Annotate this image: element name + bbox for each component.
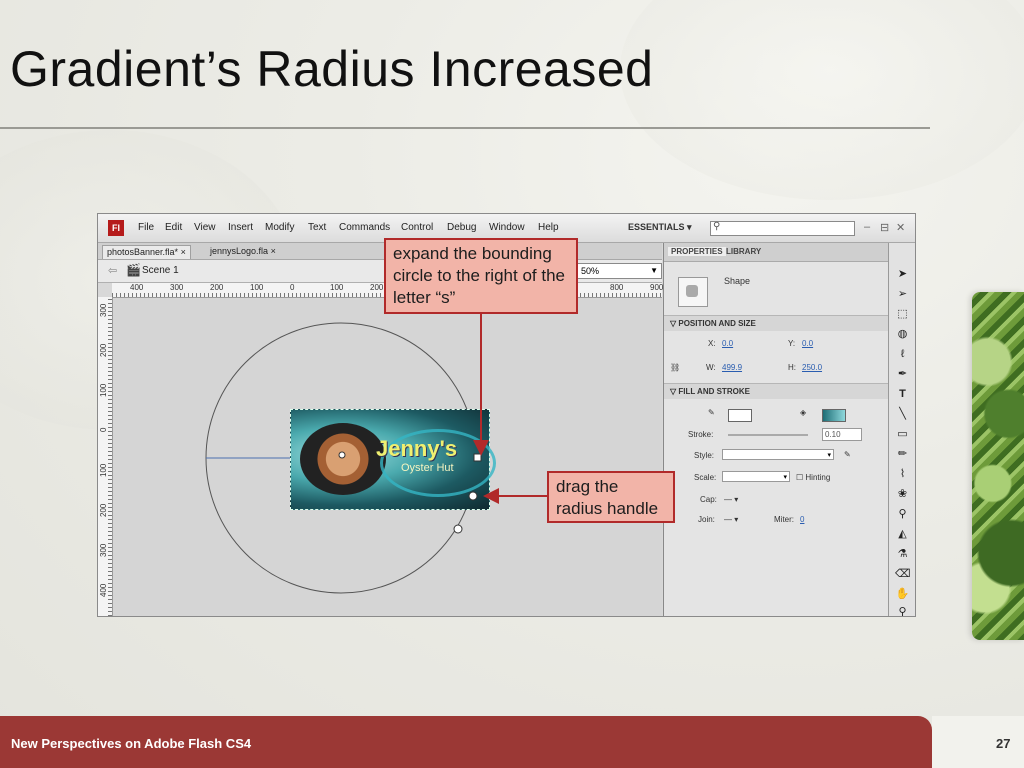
footer-title: New Perspectives on Adobe Flash CS4 xyxy=(11,736,252,751)
callout-drag-handle: drag the radius handle xyxy=(547,471,675,523)
page-number: 27 xyxy=(996,736,1011,751)
callout-expand-circle: expand the bounding circle to the right … xyxy=(384,238,578,314)
callout-arrows xyxy=(473,313,547,504)
